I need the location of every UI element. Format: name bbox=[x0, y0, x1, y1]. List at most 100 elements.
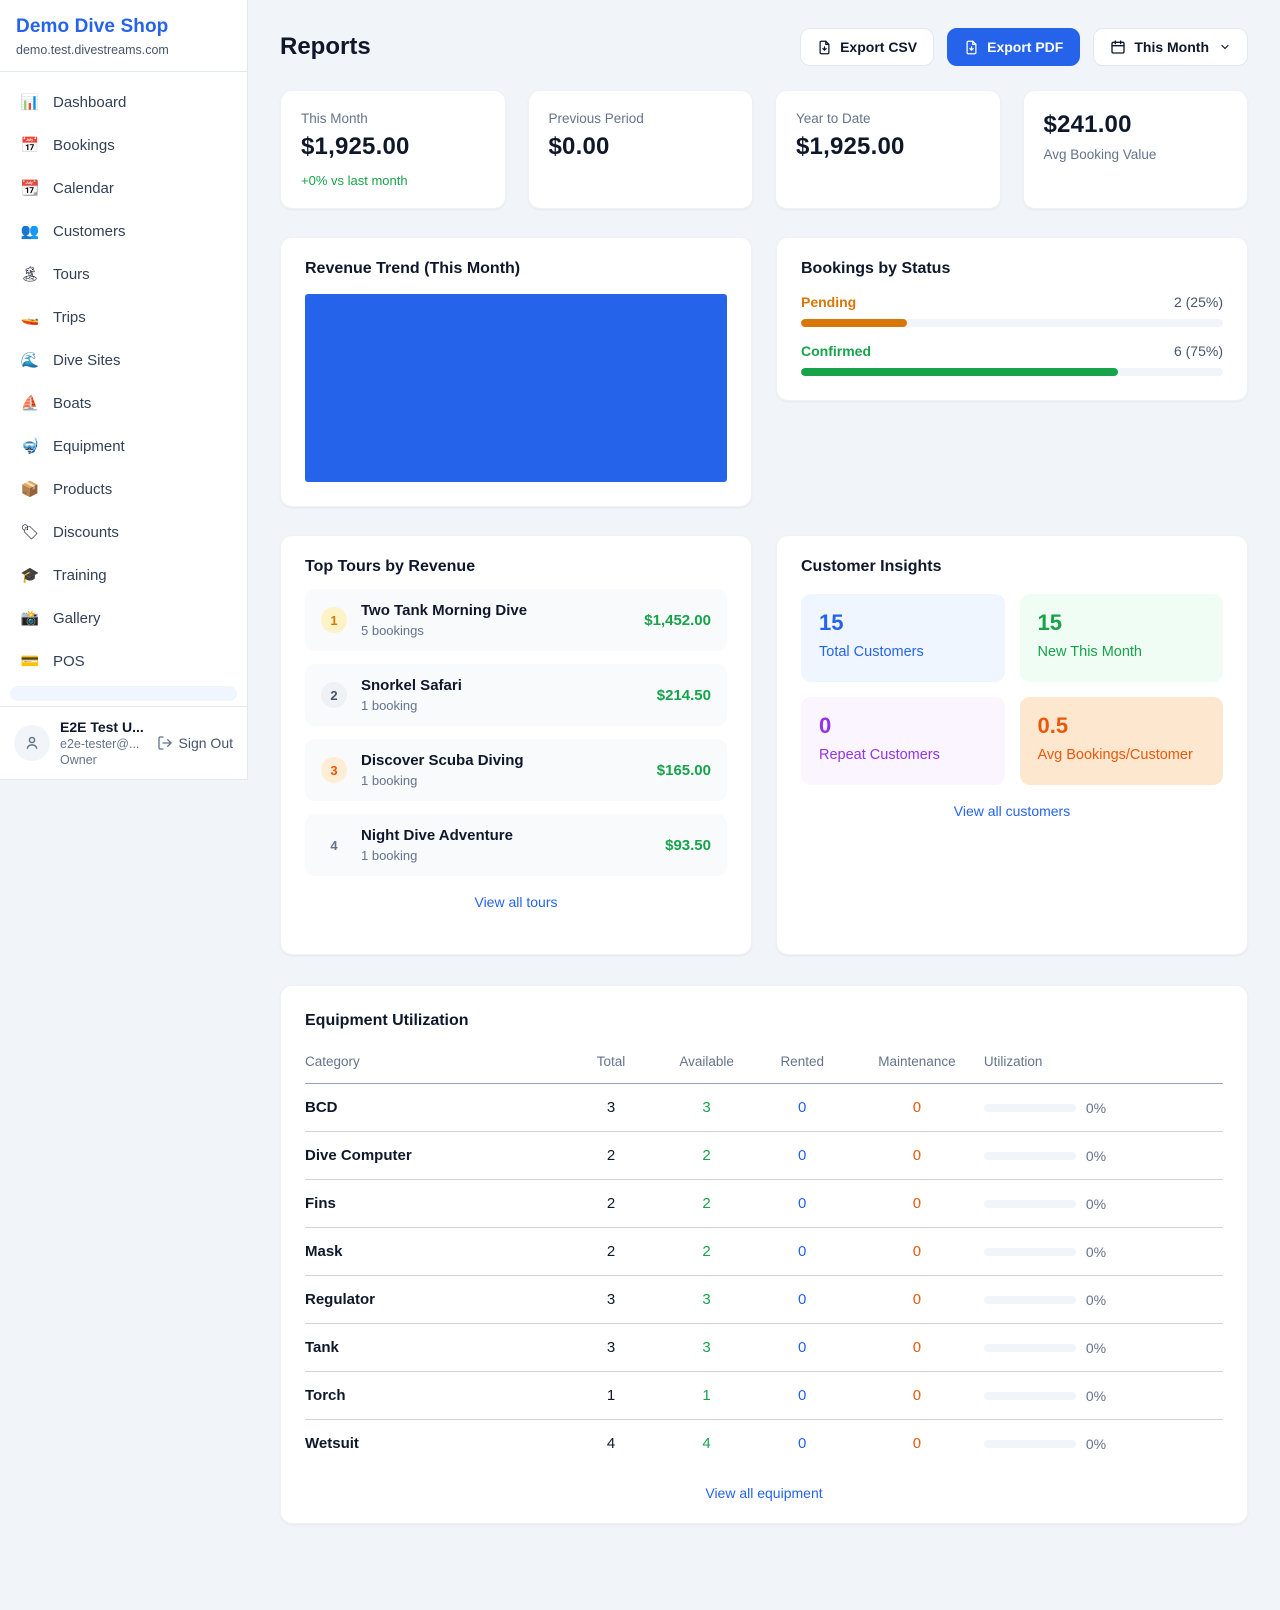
sidebar-item-label: Customers bbox=[53, 223, 126, 240]
cell-utilization: 0% bbox=[984, 1132, 1223, 1180]
credit-card-icon: 💳 bbox=[20, 654, 40, 669]
export-csv-button[interactable]: Export CSV bbox=[800, 28, 934, 66]
stat-card-previous-period: Previous Period $0.00 bbox=[528, 90, 754, 209]
customer-insights-title: Customer Insights bbox=[801, 558, 1223, 576]
tile-label: Avg Bookings/Customer bbox=[1038, 747, 1206, 763]
stat-value: $0.00 bbox=[549, 133, 733, 161]
equipment-utilization-card: Equipment Utilization Category Total Ava… bbox=[280, 985, 1248, 1524]
table-row: Regulator 3 3 0 0 0% bbox=[305, 1276, 1223, 1324]
tour-amount: $93.50 bbox=[665, 837, 711, 854]
sidebar-item-discounts[interactable]: 🏷 Discounts bbox=[10, 514, 237, 550]
sign-out-button[interactable]: Sign Out bbox=[157, 735, 233, 751]
progress-fill-confirmed bbox=[801, 368, 1118, 376]
utilization-track bbox=[984, 1152, 1076, 1160]
sidebar-item-products[interactable]: 📦 Products bbox=[10, 471, 237, 507]
status-value: 6 (75%) bbox=[1174, 343, 1223, 359]
rank-badge: 2 bbox=[321, 682, 347, 708]
utilization-pct: 0% bbox=[1086, 1196, 1106, 1212]
col-total: Total bbox=[563, 1044, 659, 1084]
table-row: Mask 2 2 0 0 0% bbox=[305, 1228, 1223, 1276]
table-row: Dive Computer 2 2 0 0 0% bbox=[305, 1132, 1223, 1180]
tour-bookings: 1 booking bbox=[361, 848, 651, 863]
sidebar-item-equipment[interactable]: 🤿 Equipment bbox=[10, 428, 237, 464]
period-dropdown[interactable]: This Month bbox=[1093, 28, 1248, 66]
sidebar-item-dive-sites[interactable]: 🌊 Dive Sites bbox=[10, 342, 237, 378]
cell-rented: 0 bbox=[754, 1084, 850, 1132]
tour-bookings: 1 booking bbox=[361, 773, 643, 788]
cell-utilization: 0% bbox=[984, 1228, 1223, 1276]
utilization-pct: 0% bbox=[1086, 1388, 1106, 1404]
stat-label: Avg Booking Value bbox=[1044, 147, 1228, 162]
cell-total: 3 bbox=[563, 1084, 659, 1132]
sidebar-item-boats[interactable]: ⛵ Boats bbox=[10, 385, 237, 421]
sidebar-item-tours[interactable]: 🏝 Tours bbox=[10, 256, 237, 292]
stat-label: Previous Period bbox=[549, 111, 733, 126]
rank-badge: 3 bbox=[321, 757, 347, 783]
sidebar-item-dashboard[interactable]: 📊 Dashboard bbox=[10, 84, 237, 120]
export-csv-label: Export CSV bbox=[840, 39, 917, 55]
cell-utilization: 0% bbox=[984, 1372, 1223, 1420]
cell-available: 1 bbox=[659, 1372, 755, 1420]
wave-icon: 🌊 bbox=[20, 353, 40, 368]
table-header-row: Category Total Available Rented Maintena… bbox=[305, 1044, 1223, 1084]
sidebar-item-pos[interactable]: 💳 POS bbox=[10, 643, 237, 679]
tile-value: 0 bbox=[819, 713, 987, 739]
view-all-customers-link[interactable]: View all customers bbox=[801, 803, 1223, 819]
sidebar-item-reports-active-partial[interactable] bbox=[10, 686, 237, 701]
utilization-track bbox=[984, 1104, 1076, 1112]
person-icon bbox=[23, 734, 41, 752]
sidebar-item-label: Equipment bbox=[53, 438, 125, 455]
sidebar-nav: 📊 Dashboard 📅 Bookings 📆 Calendar 👥 Cust… bbox=[0, 72, 247, 706]
tour-bookings: 1 booking bbox=[361, 698, 643, 713]
sidebar-item-gallery[interactable]: 📸 Gallery bbox=[10, 600, 237, 636]
stat-label: Year to Date bbox=[796, 111, 980, 126]
utilization-track bbox=[984, 1392, 1076, 1400]
tile-total-customers: 15 Total Customers bbox=[801, 594, 1005, 682]
cell-rented: 0 bbox=[754, 1420, 850, 1468]
camera-icon: 📸 bbox=[20, 611, 40, 626]
page-header: Reports Export CSV Export PDF This Month bbox=[280, 28, 1248, 66]
sailboat-icon: ⛵ bbox=[20, 396, 40, 411]
avatar bbox=[14, 725, 50, 761]
bookings-by-status-title: Bookings by Status bbox=[801, 260, 1223, 278]
view-all-tours-link[interactable]: View all tours bbox=[305, 894, 727, 910]
utilization-pct: 0% bbox=[1086, 1436, 1106, 1452]
tile-value: 0.5 bbox=[1038, 713, 1206, 739]
sidebar-item-training[interactable]: 🎓 Training bbox=[10, 557, 237, 593]
tour-name: Discover Scuba Diving bbox=[361, 752, 524, 769]
island-icon: 🏝 bbox=[20, 267, 40, 282]
cell-category: Dive Computer bbox=[305, 1132, 563, 1180]
sidebar-item-trips[interactable]: 🚤 Trips bbox=[10, 299, 237, 335]
cell-available: 4 bbox=[659, 1420, 755, 1468]
tour-row: 1 Two Tank Morning Dive 5 bookings $1,45… bbox=[305, 589, 727, 651]
view-all-equipment-link[interactable]: View all equipment bbox=[305, 1485, 1223, 1501]
col-category: Category bbox=[305, 1044, 563, 1084]
tile-value: 15 bbox=[1038, 610, 1206, 636]
stat-value: $241.00 bbox=[1044, 111, 1228, 139]
cell-maintenance: 0 bbox=[850, 1276, 984, 1324]
sidebar-item-customers[interactable]: 👥 Customers bbox=[10, 213, 237, 249]
utilization-pct: 0% bbox=[1086, 1148, 1106, 1164]
tour-amount: $165.00 bbox=[657, 762, 711, 779]
sidebar-item-label: Boats bbox=[53, 395, 91, 412]
tour-name: Two Tank Morning Dive bbox=[361, 602, 527, 619]
sidebar-header: Demo Dive Shop demo.test.divestreams.com bbox=[0, 0, 247, 72]
cell-category: Fins bbox=[305, 1180, 563, 1228]
sidebar-item-calendar[interactable]: 📆 Calendar bbox=[10, 170, 237, 206]
stat-card-avg-booking-value: $241.00 Avg Booking Value bbox=[1023, 90, 1249, 209]
utilization-pct: 0% bbox=[1086, 1100, 1106, 1116]
cell-total: 3 bbox=[563, 1276, 659, 1324]
col-rented: Rented bbox=[754, 1044, 850, 1084]
stat-card-year-to-date: Year to Date $1,925.00 bbox=[775, 90, 1001, 209]
export-pdf-button[interactable]: Export PDF bbox=[947, 28, 1080, 66]
sidebar-item-bookings[interactable]: 📅 Bookings bbox=[10, 127, 237, 163]
utilization-track bbox=[984, 1296, 1076, 1304]
speedboat-icon: 🚤 bbox=[20, 310, 40, 325]
user-name: E2E Test U... bbox=[60, 719, 147, 735]
cell-available: 2 bbox=[659, 1132, 755, 1180]
cell-rented: 0 bbox=[754, 1132, 850, 1180]
cell-available: 3 bbox=[659, 1324, 755, 1372]
tile-avg-bookings-customer: 0.5 Avg Bookings/Customer bbox=[1020, 697, 1224, 785]
cell-maintenance: 0 bbox=[850, 1132, 984, 1180]
tour-amount: $214.50 bbox=[657, 687, 711, 704]
